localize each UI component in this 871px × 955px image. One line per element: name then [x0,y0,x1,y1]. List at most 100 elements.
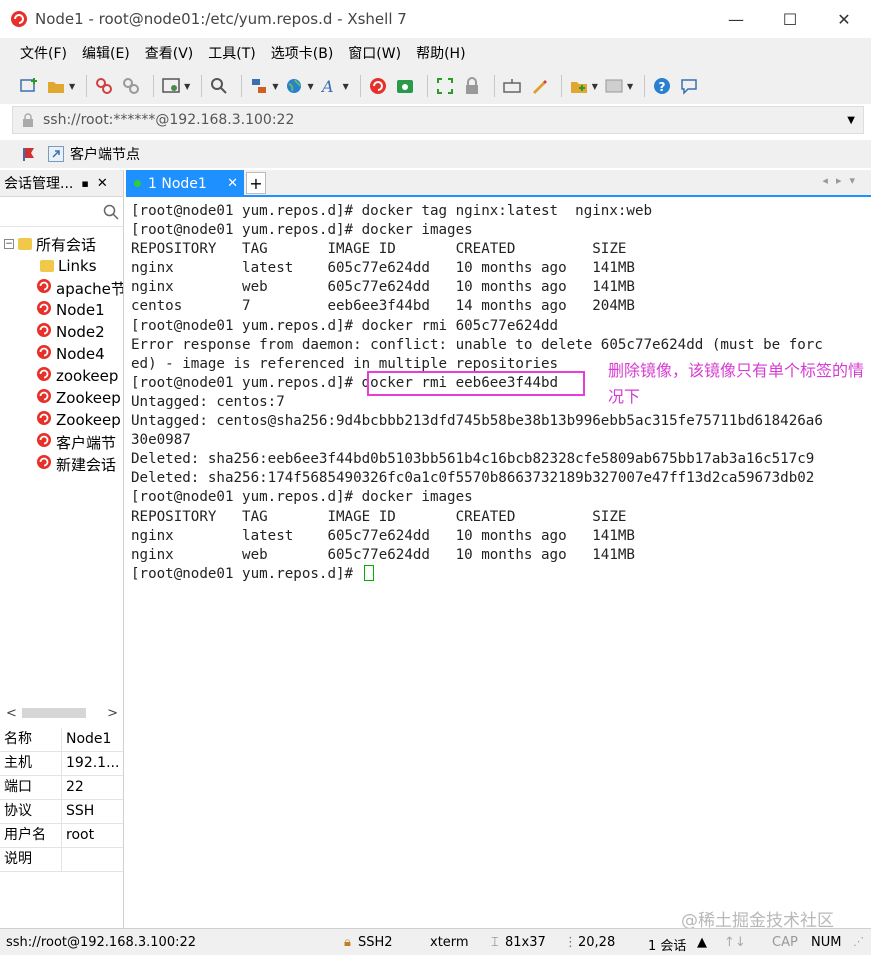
xshell-session-icon [36,300,52,320]
search-icon[interactable] [103,204,119,220]
tree-item[interactable]: Zookeep [0,409,123,431]
tree-item[interactable]: Node4 [0,343,123,365]
chat-icon[interactable] [678,75,700,97]
chevron-down-icon[interactable]: ▼ [184,82,190,91]
link-bar: 客户端节点 [0,140,871,168]
folder-icon [40,260,54,272]
new-session-icon[interactable] [18,75,40,97]
globe-icon[interactable] [283,75,305,97]
reconnect-icon[interactable] [120,75,142,97]
property-value: 192.1... [66,755,120,771]
scroll-left-arrow[interactable]: < [6,706,17,721]
xshell-session-icon [36,432,52,452]
status-sessions[interactable]: 1 会话 [648,935,686,954]
menu-edit[interactable]: 编辑(E) [82,43,130,63]
menu-window[interactable]: 窗口(W) [348,43,401,63]
font-icon[interactable]: A [319,75,341,97]
terminal-line: [root@node01 yum.repos.d]# [131,564,823,584]
lock-icon [23,113,33,127]
lock-icon: 🔒︎ [344,935,351,950]
tab-label[interactable]: 1 Node1 [148,176,207,192]
menu-tabs[interactable]: 选项卡(B) [271,43,334,63]
status-size: 81x37 [505,935,546,950]
chevron-down-icon[interactable]: ▼ [343,82,349,91]
tree-item[interactable]: 客户端节 [0,431,123,453]
minimize-button[interactable]: — [709,0,763,38]
status-cursor-pos: 20,28 [578,935,616,950]
terminal-line: nginx latest 605c77e624dd 10 months ago … [131,259,823,278]
terminal-line: nginx latest 605c77e624dd 10 months ago … [131,527,823,546]
tree-item[interactable]: zookeep [0,365,123,387]
menu-tools[interactable]: 工具(T) [208,43,255,63]
keyboard-icon[interactable] [501,75,523,97]
disconnect-icon[interactable] [93,75,115,97]
bookmark-flag-icon[interactable] [22,146,38,162]
status-protocol: SSH2 [358,935,393,950]
tree-item[interactable]: Node1 [0,299,123,321]
svg-text:?: ? [659,80,666,94]
chevron-down-icon[interactable]: ▼ [627,82,633,91]
collapse-icon[interactable]: − [4,239,14,249]
scroll-right-arrow[interactable]: > [107,706,118,721]
session-search-field[interactable] [0,197,123,227]
pin-icon[interactable]: ▪ [81,177,88,190]
chevron-down-icon[interactable]: ▼ [592,82,598,91]
tab-scroll-arrows[interactable]: ◂▸▾ [822,174,863,187]
chevron-down-icon[interactable]: ▼ [847,115,855,126]
toolbar-divider [426,75,428,97]
chevron-down-icon[interactable]: ▼ [307,82,313,91]
add-tab-button[interactable]: + [246,172,266,194]
resize-grip-icon[interactable]: ⋰ [853,935,864,948]
tree-item[interactable]: 新建会话 [0,453,123,475]
terminal-line: [root@node01 yum.repos.d]# docker rmi 60… [131,317,823,336]
terminal-line: Deleted: sha256:174f5685490326fc0a1c0f55… [131,469,823,488]
terminal-area[interactable]: [root@node01 yum.repos.d]# docker tag ng… [126,198,871,931]
folder-icon [18,238,32,250]
properties-icon[interactable] [160,75,182,97]
title-bar: Node1 - root@node01:/etc/yum.repos.d - X… [0,0,871,38]
close-tab-icon[interactable]: ✕ [227,176,238,191]
open-folder-icon[interactable] [45,75,67,97]
xshell-icon[interactable] [367,75,389,97]
transfer-icon[interactable] [248,75,270,97]
terminal-line: 30e0987 [131,431,823,450]
help-icon[interactable]: ? [651,75,673,97]
menu-help[interactable]: 帮助(H) [416,43,465,63]
horizontal-scrollbar[interactable]: < > [0,704,124,722]
address-bar[interactable]: ssh://root:******@192.168.3.100:22 ▼ [12,106,864,134]
svg-text:A: A [321,77,334,95]
tree-item[interactable]: apache节 [0,277,123,299]
tree-item[interactable]: Node2 [0,321,123,343]
scroll-thumb[interactable] [22,708,86,718]
close-pane-icon[interactable]: ✕ [97,176,108,191]
chevron-down-icon[interactable]: ▼ [272,82,278,91]
highlight-icon[interactable] [528,75,550,97]
tab-node1[interactable]: 1 Node1 ✕ [126,170,244,197]
menu-view[interactable]: 查看(V) [145,43,194,63]
maximize-button[interactable]: ☐ [763,0,817,38]
xshell-session-icon [36,278,52,298]
tree-item[interactable]: Links [0,255,123,277]
fullscreen-icon[interactable] [434,75,456,97]
chevron-down-icon[interactable]: ▼ [69,82,75,91]
session-manager-pane: 会话管理... ▪ ✕ − 所有会话 Links apache节 Node1 Node… [0,170,124,928]
terminal-line-text: ed) - image is referenced in multiple re… [131,355,559,372]
chevron-up-icon[interactable]: ▲ [697,935,707,950]
layout-icon[interactable] [603,75,625,97]
tree-item[interactable]: Zookeep [0,387,123,409]
toolbar-divider [241,75,243,97]
close-button[interactable]: ✕ [817,0,871,38]
menu-file[interactable]: 文件(F) [20,43,67,63]
find-icon[interactable] [208,75,230,97]
terminal-line-text: Deleted: sha256:174f5685490326fc0a1c0f55… [131,470,815,487]
link-client-node[interactable]: 客户端节点 [70,144,140,164]
terminal-line-text: Error response from daemon: conflict: un… [131,336,823,353]
tree-item-label: Zookeep [56,389,121,407]
new-tab-icon[interactable] [568,75,590,97]
lock-icon[interactable] [461,75,483,97]
property-row: 名称 Node1 [0,728,123,752]
terminal-line-text: nginx latest 605c77e624dd 10 months ago … [131,527,635,544]
tree-root-all-sessions[interactable]: − 所有会话 [0,233,123,255]
address-value[interactable]: ssh://root:******@192.168.3.100:22 [43,112,847,128]
xftp-icon[interactable] [394,75,416,97]
